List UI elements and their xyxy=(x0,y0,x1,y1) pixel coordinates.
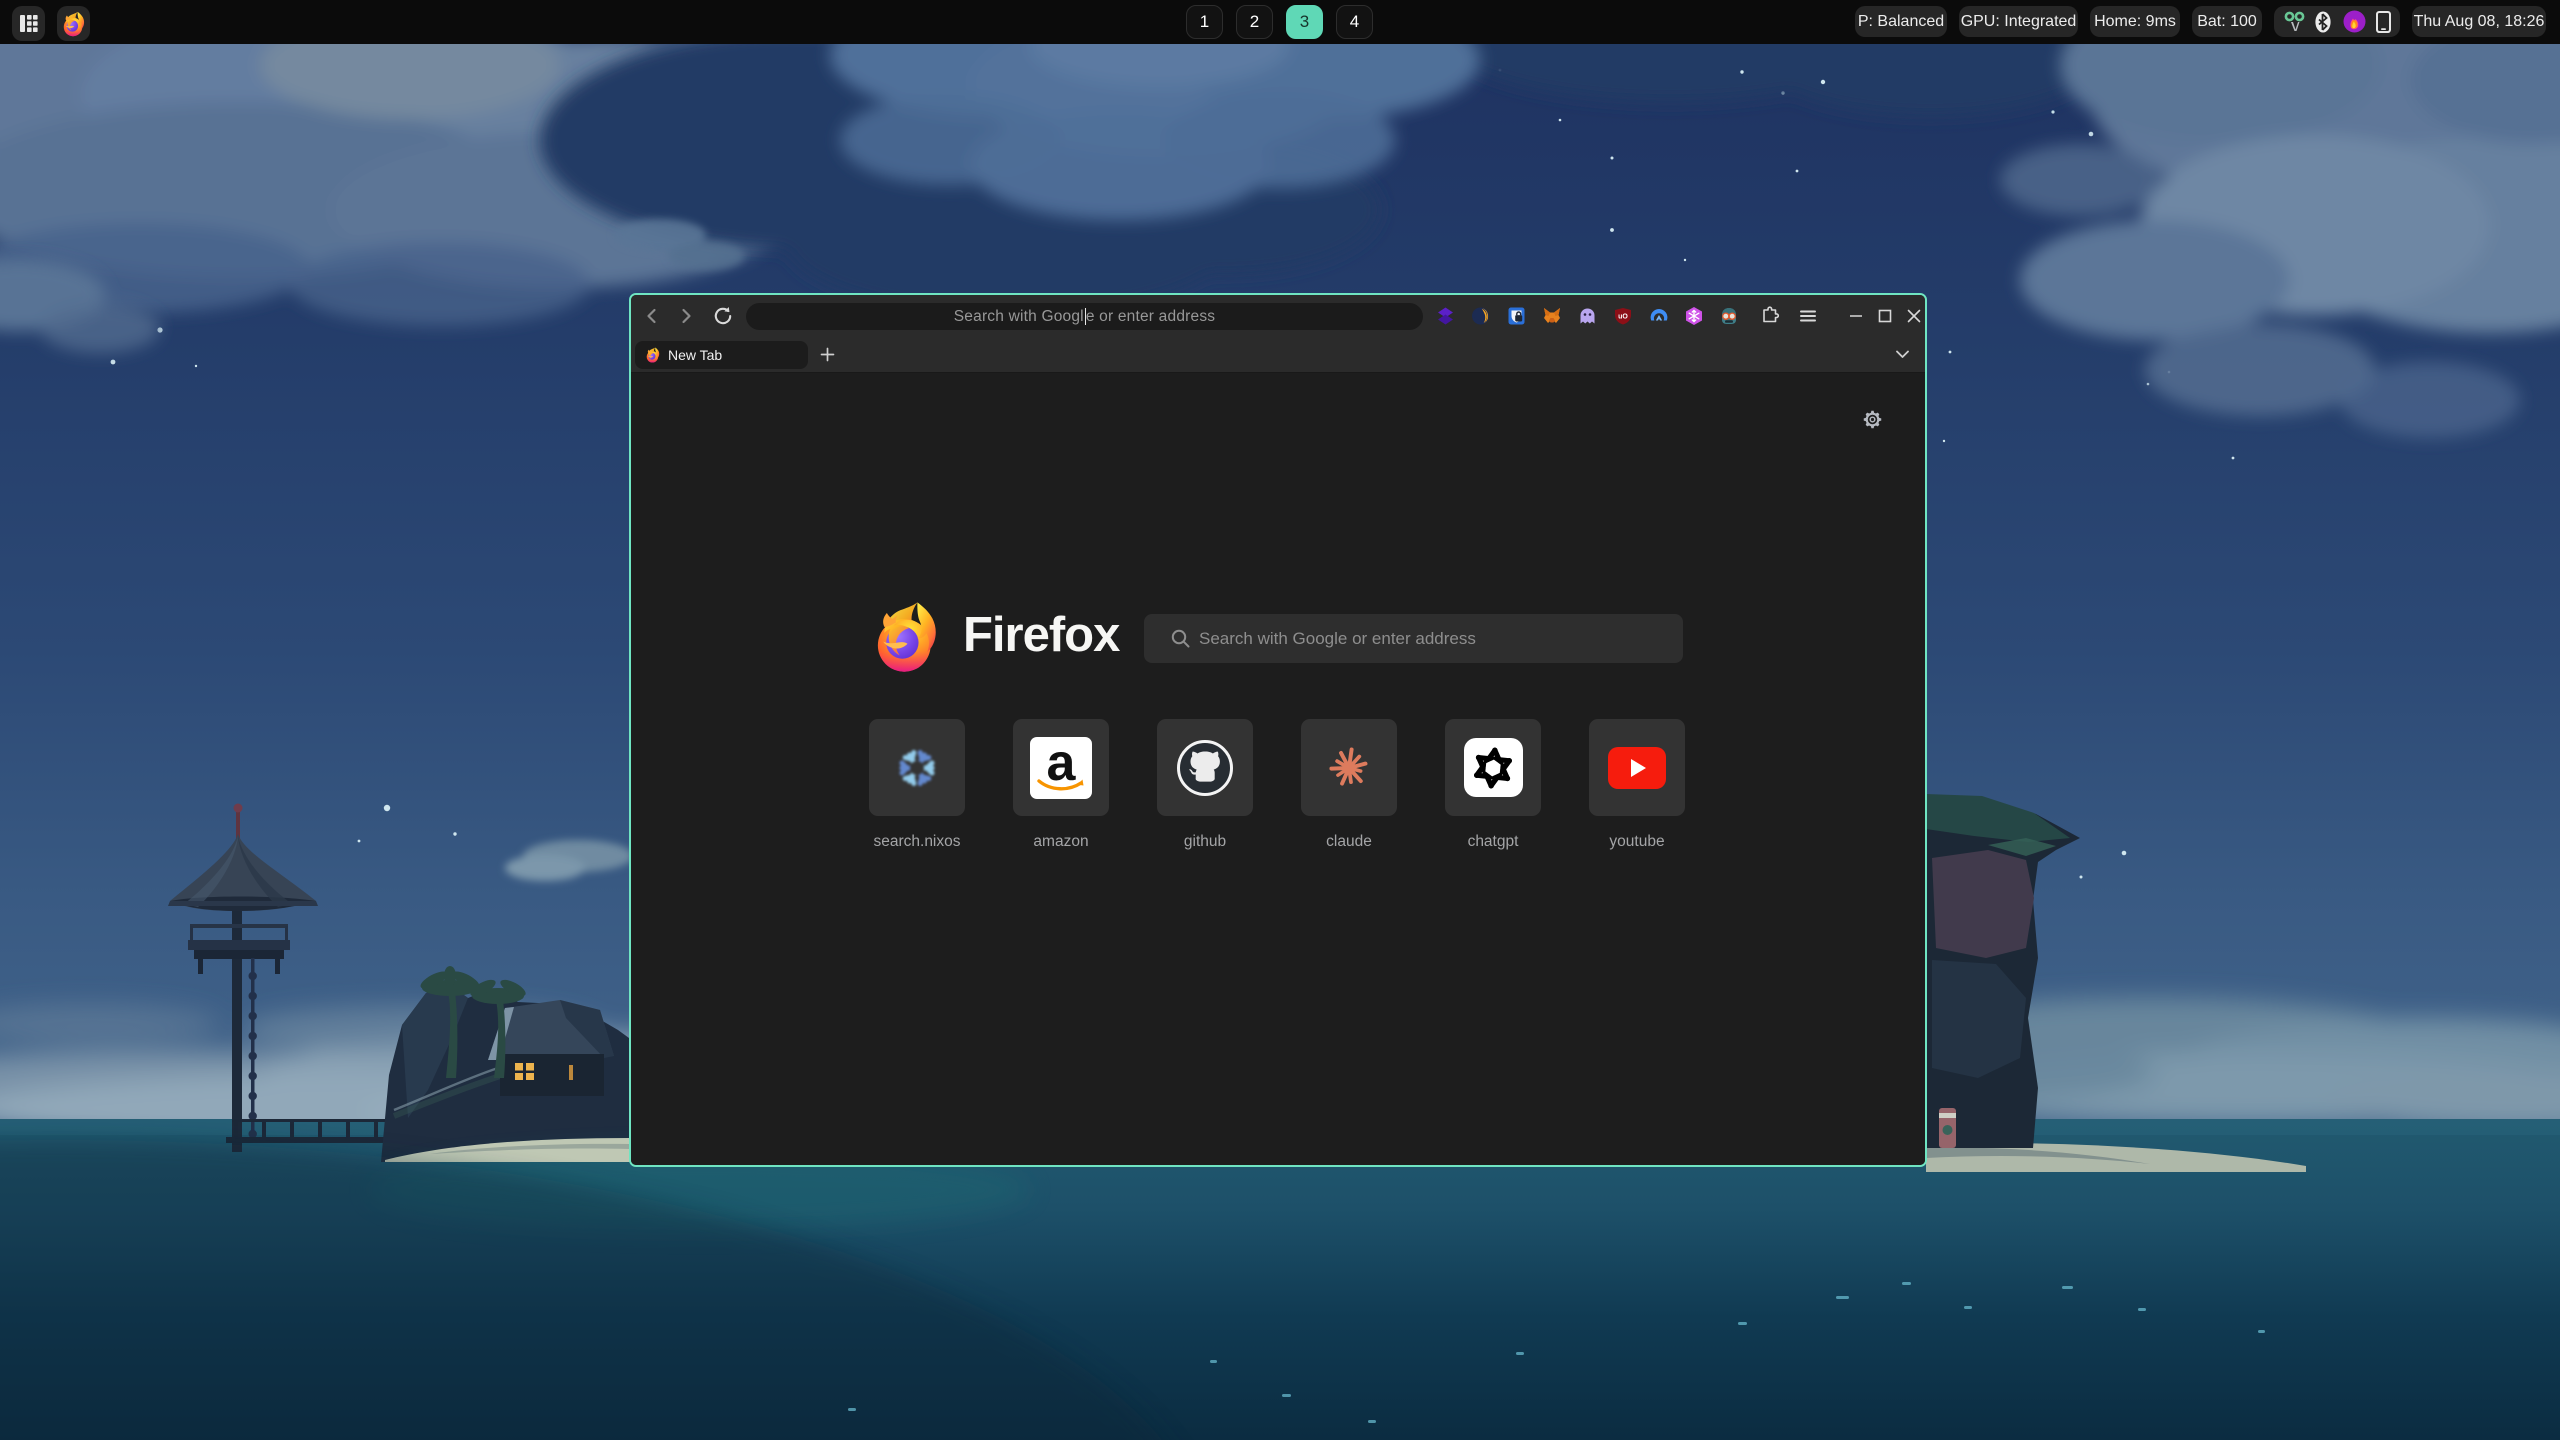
svg-text:uO: uO xyxy=(1618,314,1628,321)
